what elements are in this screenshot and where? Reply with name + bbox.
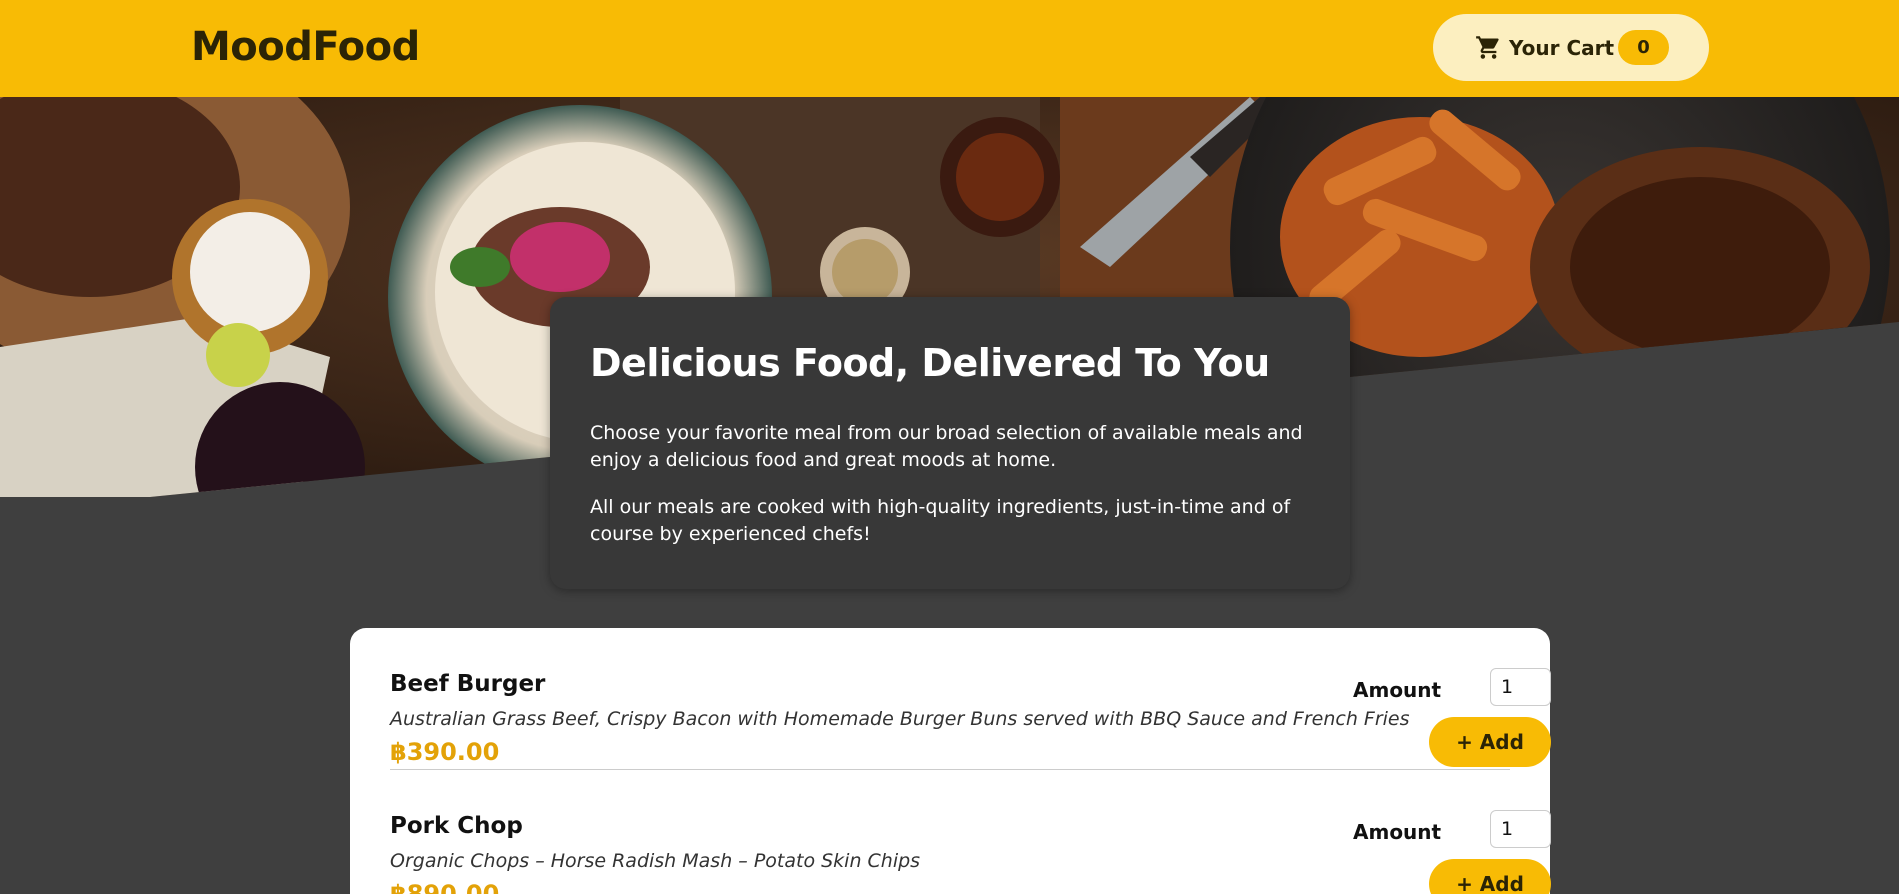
meal-description: Australian Grass Beef, Crispy Bacon with… bbox=[390, 708, 1410, 730]
meal-description: Organic Chops – Horse Radish Mash – Pota… bbox=[390, 850, 921, 872]
cart-label: Your Cart bbox=[1509, 36, 1615, 60]
amount-label: Amount bbox=[1353, 820, 1442, 844]
amount-input[interactable] bbox=[1490, 668, 1551, 706]
meal-price: ฿890.00 bbox=[390, 880, 500, 894]
summary-card: Delicious Food, Delivered To You Choose … bbox=[550, 297, 1350, 589]
meal-name: Pork Chop bbox=[390, 813, 523, 839]
cart-count-badge: 0 bbox=[1618, 30, 1669, 65]
meal-price: ฿390.00 bbox=[390, 738, 500, 766]
meal-name: Beef Burger bbox=[390, 671, 546, 697]
meal-item: Beef Burger Australian Grass Beef, Crisp… bbox=[390, 628, 1551, 770]
amount-input[interactable] bbox=[1490, 810, 1551, 848]
summary-title: Delicious Food, Delivered To You bbox=[590, 341, 1270, 385]
meal-item: Pork Chop Organic Chops – Horse Radish M… bbox=[390, 770, 1551, 894]
add-to-cart-button[interactable]: + Add bbox=[1429, 717, 1551, 767]
summary-paragraph-2: All our meals are cooked with high-quali… bbox=[590, 496, 1291, 545]
cart-button[interactable]: Your Cart 0 bbox=[1433, 14, 1709, 81]
top-header: MoodFood Your Cart 0 bbox=[0, 0, 1899, 97]
cart-icon bbox=[1476, 36, 1499, 59]
meals-list: Beef Burger Australian Grass Beef, Crisp… bbox=[350, 628, 1551, 894]
add-to-cart-button[interactable]: + Add bbox=[1429, 859, 1551, 894]
app-logo: MoodFood bbox=[191, 24, 420, 70]
amount-label: Amount bbox=[1353, 678, 1442, 702]
summary-paragraph-1: Choose your favorite meal from our broad… bbox=[590, 422, 1303, 471]
